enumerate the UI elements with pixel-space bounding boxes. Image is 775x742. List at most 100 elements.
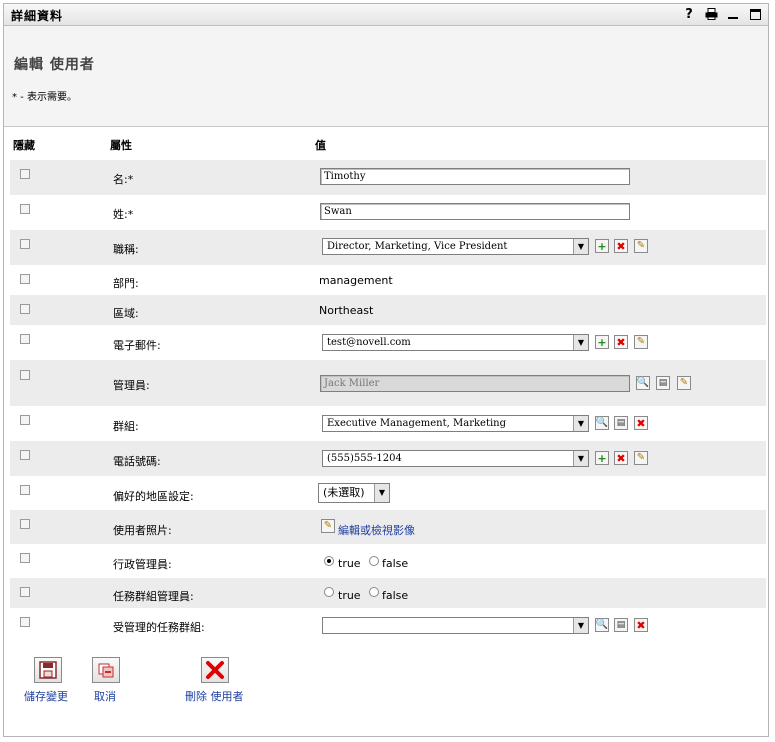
history-icon[interactable]: ▤ <box>614 618 628 632</box>
required-note: * - 表示需要。 <box>12 92 77 103</box>
manager-input: Jack Miller <box>320 375 630 392</box>
portlet-title: 詳細資料 <box>11 9 64 23</box>
hide-checkbox[interactable] <box>20 553 30 563</box>
delete-icon[interactable]: ✖ <box>634 618 648 632</box>
dropdown-arrow-icon[interactable]: ▼ <box>573 618 588 633</box>
manager-label: 管理員: <box>113 379 150 392</box>
row-email: 電子郵件: test@novell.com ▼ + ✖ ✎ <box>10 325 766 360</box>
form-header: 編輯 使用者 * - 表示需要。 <box>4 26 768 127</box>
title-select-value: Director, Marketing, Vice President <box>327 241 508 252</box>
email-select[interactable]: test@novell.com ▼ <box>322 334 589 351</box>
edit-icon[interactable]: ✎ <box>634 239 648 253</box>
task-group-admin-false-radio[interactable] <box>369 587 379 597</box>
groups-select-value: Executive Management, Marketing <box>327 418 507 429</box>
delete-user-label[interactable]: 刪除 使用者 <box>185 688 244 704</box>
dropdown-arrow-icon[interactable]: ▼ <box>573 451 588 466</box>
title-label: 職稱: <box>113 243 139 256</box>
dropdown-arrow-icon[interactable]: ▼ <box>573 416 588 431</box>
admin-false-radio[interactable] <box>369 556 379 566</box>
hide-checkbox[interactable] <box>20 169 30 179</box>
row-groups: 群組: Executive Management, Marketing ▼ 🔍 ▤… <box>10 406 766 441</box>
row-first-name: 名:* Timothy <box>10 160 766 195</box>
phone-select[interactable]: (555)555-1204 ▼ <box>322 450 589 467</box>
first-name-input[interactable]: Timothy <box>320 168 630 185</box>
print-icon[interactable] <box>704 6 718 22</box>
history-icon[interactable]: ▤ <box>614 416 628 430</box>
edit-image-icon[interactable]: ✎ <box>321 519 335 533</box>
history-icon[interactable]: ▤ <box>656 376 670 390</box>
add-icon[interactable]: + <box>595 335 609 349</box>
row-last-name: 姓:* Swan <box>10 195 766 230</box>
region-value: Northeast <box>319 304 374 317</box>
managed-task-groups-label: 受管理的任務群組: <box>113 621 205 634</box>
hide-checkbox[interactable] <box>20 370 30 380</box>
title-select[interactable]: Director, Marketing, Vice President ▼ <box>322 238 589 255</box>
phone-select-value: (555)555-1204 <box>327 453 402 464</box>
locale-select-value: (未選取) <box>323 486 365 499</box>
cancel-icon <box>98 663 114 678</box>
admin-true-radio[interactable] <box>324 556 334 566</box>
admin-label: 行政管理員: <box>113 558 172 571</box>
edit-icon[interactable]: ✎ <box>634 451 648 465</box>
hide-checkbox[interactable] <box>20 485 30 495</box>
groups-select[interactable]: Executive Management, Marketing ▼ <box>322 415 589 432</box>
task-group-admin-true-label: true <box>338 589 361 602</box>
column-hide: 隱藏 <box>13 139 35 152</box>
portlet-titlebar: 詳細資料 ? <box>4 4 768 26</box>
hide-checkbox[interactable] <box>20 304 30 314</box>
search-icon[interactable]: 🔍 <box>595 416 609 430</box>
search-icon[interactable]: 🔍 <box>595 618 609 632</box>
row-department: 部門: management <box>10 265 766 295</box>
detail-portlet: 詳細資料 ? 編輯 使用者 * - 表示需要。 隱藏 屬性 值 名:* Timo… <box>3 3 769 737</box>
hide-checkbox[interactable] <box>20 519 30 529</box>
delete-icon[interactable]: ✖ <box>634 416 648 430</box>
save-button[interactable] <box>34 657 62 683</box>
row-admin: 行政管理員: true false <box>10 544 766 578</box>
hide-checkbox[interactable] <box>20 587 30 597</box>
dropdown-arrow-icon[interactable]: ▼ <box>573 239 588 254</box>
delete-icon[interactable]: ✖ <box>614 239 628 253</box>
row-locale: 偏好的地區設定: (未選取) ▼ <box>10 476 766 510</box>
dropdown-arrow-icon[interactable]: ▼ <box>374 484 389 502</box>
row-title: 職稱: Director, Marketing, Vice President ▼… <box>10 230 766 265</box>
phone-label: 電話號碼: <box>113 455 161 468</box>
email-label: 電子郵件: <box>113 339 161 352</box>
delete-icon[interactable]: ✖ <box>614 335 628 349</box>
save-label[interactable]: 儲存變更 <box>24 688 68 704</box>
last-name-input[interactable]: Swan <box>320 203 630 220</box>
row-photo: 使用者照片: ✎ 編輯或檢視影像 <box>10 510 766 544</box>
maximize-icon[interactable] <box>748 6 762 22</box>
admin-false-label: false <box>382 557 409 570</box>
edit-icon[interactable]: ✎ <box>634 335 648 349</box>
hide-checkbox[interactable] <box>20 274 30 284</box>
edit-image-link[interactable]: 編輯或檢視影像 <box>338 522 415 538</box>
minimize-icon[interactable] <box>726 6 740 22</box>
delete-user-button[interactable] <box>201 657 229 683</box>
hide-checkbox[interactable] <box>20 415 30 425</box>
cancel-button[interactable] <box>92 657 120 683</box>
email-select-value: test@novell.com <box>327 337 411 348</box>
hide-checkbox[interactable] <box>20 239 30 249</box>
clear-icon[interactable]: ✎ <box>677 376 691 390</box>
add-icon[interactable]: + <box>595 239 609 253</box>
managed-task-groups-select[interactable]: ▼ <box>322 617 589 634</box>
cancel-label[interactable]: 取消 <box>94 688 116 704</box>
hide-checkbox[interactable] <box>20 204 30 214</box>
locale-select[interactable]: (未選取) ▼ <box>318 483 390 503</box>
hide-checkbox[interactable] <box>20 617 30 627</box>
department-value: management <box>319 274 393 287</box>
first-name-label: 名:* <box>113 173 134 186</box>
add-icon[interactable]: + <box>595 451 609 465</box>
task-group-admin-true-radio[interactable] <box>324 587 334 597</box>
hide-checkbox[interactable] <box>20 450 30 460</box>
locale-label: 偏好的地區設定: <box>113 490 194 503</box>
row-managed-task-groups: 受管理的任務群組: ▼ 🔍 ▤ ✖ <box>10 608 766 640</box>
help-icon[interactable]: ? <box>682 6 696 22</box>
delete-icon[interactable]: ✖ <box>614 451 628 465</box>
dropdown-arrow-icon[interactable]: ▼ <box>573 335 588 350</box>
hide-checkbox[interactable] <box>20 334 30 344</box>
department-label: 部門: <box>113 277 139 290</box>
region-label: 區域: <box>113 307 139 320</box>
row-manager: 管理員: Jack Miller 🔍 ▤ ✎ <box>10 360 766 406</box>
search-icon[interactable]: 🔍 <box>636 376 650 390</box>
